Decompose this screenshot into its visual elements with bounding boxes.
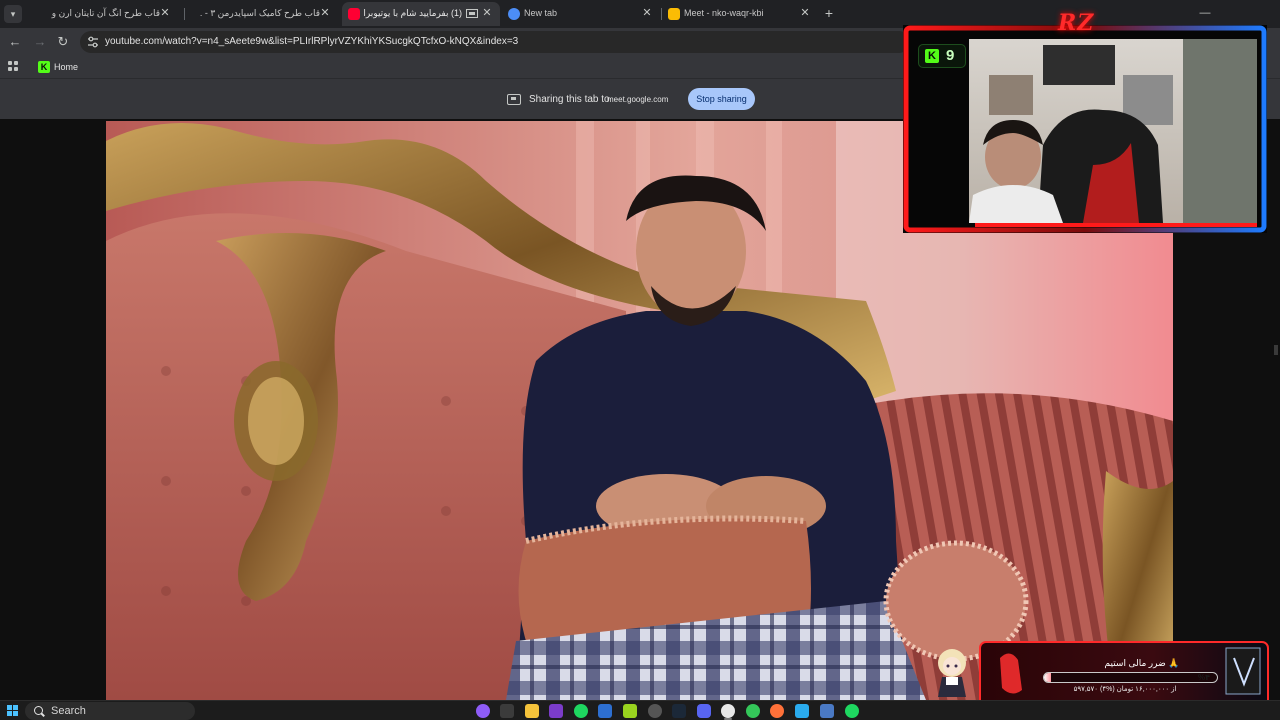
copilot-icon[interactable] [476, 704, 490, 718]
viewer-count: 9 [946, 47, 955, 64]
forward-button[interactable]: → [31, 33, 49, 51]
tab-new-tab[interactable]: New tab ✕ [502, 2, 660, 26]
goal-progress-bar [1043, 672, 1218, 683]
windows-start-icon[interactable] [7, 705, 19, 717]
rz-logo: RZ [1058, 10, 1095, 36]
tab-youtube-video[interactable]: (1) بفرمایید شام با یوتیوبرا (... ✕ [342, 2, 500, 26]
tab-separator [184, 8, 185, 20]
close-icon[interactable]: ✕ [158, 6, 172, 20]
goal-percent: %۴ [1198, 673, 1210, 682]
close-icon[interactable]: ✕ [318, 6, 332, 20]
goal-progress-fill [1044, 673, 1051, 682]
youtube-icon [348, 8, 360, 20]
scrollbar[interactable] [1274, 345, 1278, 355]
taskbar-search[interactable]: Search [25, 702, 195, 720]
system-tray[interactable] [1150, 705, 1260, 717]
viewer-count-badge: K 9 [918, 44, 966, 68]
close-icon[interactable]: ✕ [480, 6, 494, 20]
address-bar[interactable]: youtube.com/watch?v=n4_sAeete9w&list=PLI… [80, 31, 910, 53]
screen-share-icon [507, 94, 521, 105]
chrome-dev-icon[interactable] [746, 704, 760, 718]
bolt-app-icon[interactable] [623, 704, 637, 718]
tab-title: (1) بفرمایید شام با یوتیوبرا (... [364, 8, 462, 18]
sharing-indicator-icon [466, 9, 478, 18]
close-icon[interactable]: ✕ [798, 6, 812, 20]
tab-title: قاب طرح کامیک اسپایدرمن ۳ - ... [200, 8, 320, 18]
chrome-icon [508, 8, 520, 20]
taskbar: Search [0, 700, 1280, 720]
tab-title: قاب طرح انگ آن تایتان ارن و میکا [50, 8, 160, 18]
screen: ▾ قاب طرح انگ آن تایتان ارن و میکا ✕ قاب… [0, 0, 1280, 720]
chrome-taskbar-icon[interactable] [721, 704, 735, 718]
tab-search-button[interactable]: ▾ [4, 5, 22, 23]
steam-icon[interactable] [672, 704, 686, 718]
kick-icon: K [38, 61, 50, 73]
discord-icon[interactable] [697, 704, 711, 718]
taskbar-search-label: Search [51, 705, 86, 717]
spotify-alt-icon[interactable] [845, 704, 859, 718]
tab-spiderman-case[interactable]: قاب طرح کامیک اسپایدرمن ۳ - ... ✕ [186, 2, 338, 26]
file-explorer-icon[interactable] [525, 704, 539, 718]
r-app-icon[interactable] [549, 704, 563, 718]
kick-icon: K [925, 49, 939, 63]
store-app-icon[interactable] [820, 704, 834, 718]
github-icon[interactable] [648, 704, 662, 718]
spotify-icon[interactable] [574, 704, 588, 718]
goal-title: ضرر مالی استیم 🙏 [1104, 658, 1180, 668]
sharing-domain: meet.google.com [607, 95, 669, 104]
goal-amount: ۵۹۷,۵۷۰ از ۱۶,۰۰۰,۰۰۰ تومان (%۴) [1073, 686, 1177, 693]
tab-title: Meet - nko-waqr-kbi [684, 8, 764, 18]
apps-grid-icon[interactable] [8, 61, 19, 72]
firefox-icon[interactable] [770, 704, 784, 718]
bookmark-label: Home [54, 62, 79, 72]
obs-icon[interactable] [598, 704, 612, 718]
minimize-button[interactable]: — [1190, 4, 1220, 22]
tab-title: New tab [524, 8, 558, 18]
back-button[interactable]: ← [6, 33, 24, 51]
telegram-icon[interactable] [795, 704, 809, 718]
reload-button[interactable]: ↻ [54, 33, 72, 51]
terminal-icon[interactable] [500, 704, 514, 718]
close-icon[interactable]: ✕ [640, 6, 654, 20]
anime-mascot-icon [938, 649, 966, 697]
tab-attack-on-titan-case[interactable]: قاب طرح انگ آن تایتان ارن و میکا ✕ [28, 2, 178, 26]
site-info-icon[interactable] [87, 36, 99, 48]
sharing-message: Sharing this tab to [529, 94, 610, 105]
meet-icon [668, 8, 680, 20]
new-tab-button[interactable]: + [820, 5, 838, 23]
stop-sharing-button[interactable]: Stop sharing [688, 88, 755, 110]
url-text: youtube.com/watch?v=n4_sAeete9w&list=PLI… [105, 36, 519, 47]
tab-google-meet[interactable]: Meet - nko-waqr-kbi ✕ [662, 2, 818, 26]
search-icon [34, 706, 43, 715]
